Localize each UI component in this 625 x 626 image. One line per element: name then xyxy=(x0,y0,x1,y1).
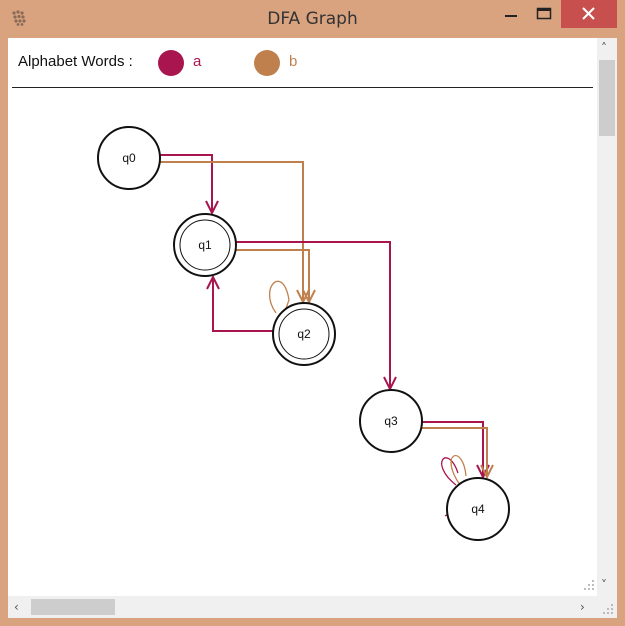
scroll-down-icon[interactable]: ˅ xyxy=(601,578,607,592)
scroll-right-icon[interactable]: › xyxy=(580,600,585,614)
state-q0-label: q0 xyxy=(122,151,136,165)
edge-q3-q4-b xyxy=(422,427,488,477)
minimize-button[interactable] xyxy=(494,0,528,28)
minimize-icon xyxy=(505,15,517,17)
dfa-graph-window: DFA Graph Alphabet Words : a b q0 q1 q2 q3 q… xyxy=(0,0,625,626)
horizontal-scroll-thumb[interactable] xyxy=(31,599,115,615)
maximize-icon xyxy=(536,7,552,20)
dfa-graph-canvas: q0 q1 q2 q3 q4 xyxy=(97,126,510,541)
edge-q0-q1-a xyxy=(159,154,213,213)
state-q2-label: q2 xyxy=(297,327,311,341)
horizontal-scrollbar[interactable]: ‹ › xyxy=(8,596,597,618)
close-button[interactable] xyxy=(561,0,617,28)
scroll-up-icon[interactable]: ˄ xyxy=(601,41,607,55)
resize-grip[interactable] xyxy=(597,596,617,618)
state-q4-label: q4 xyxy=(471,502,485,516)
state-q1-label: q1 xyxy=(198,238,212,252)
resize-grip-icon xyxy=(603,604,613,614)
state-q3-label: q3 xyxy=(384,414,398,428)
vertical-scrollbar[interactable]: ˄ ˅ xyxy=(597,38,617,596)
inner-grip-icon xyxy=(584,580,594,590)
scroll-left-icon[interactable]: ‹ xyxy=(14,600,19,614)
edge-q2-q1-a xyxy=(212,277,273,332)
maximize-button[interactable] xyxy=(527,0,561,28)
graph-panel: Alphabet Words : a b q0 q1 q2 q3 q4 ˄ ˅ ‹ › xyxy=(8,38,617,618)
edge-q4-q4-a xyxy=(441,457,459,486)
vertical-scroll-thumb[interactable] xyxy=(599,60,615,136)
title-bar[interactable]: DFA Graph xyxy=(0,0,625,38)
close-icon xyxy=(582,7,595,20)
